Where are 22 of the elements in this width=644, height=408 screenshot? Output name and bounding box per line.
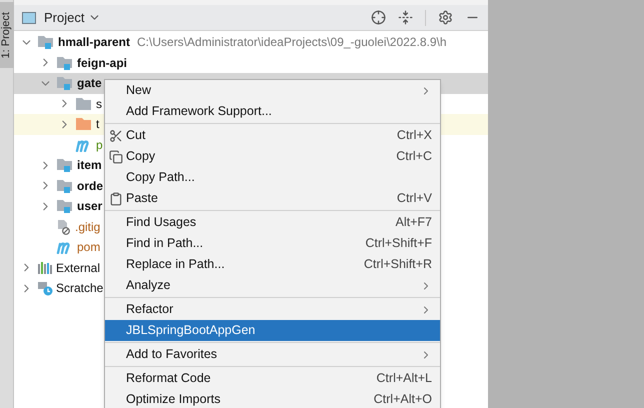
tree-label: item xyxy=(77,157,102,174)
tree-label: t xyxy=(96,116,100,134)
tree-label: External xyxy=(56,260,100,277)
tree-label: user xyxy=(77,198,102,216)
tree-label: p xyxy=(96,136,103,154)
tree-label: s xyxy=(96,96,102,113)
tree-label: hmall-parent xyxy=(58,34,130,52)
shortcut-label: Ctrl+Alt+O xyxy=(374,391,432,408)
shortcut-label: Ctrl+X xyxy=(396,127,432,144)
shortcut-label: Ctrl+Alt+L xyxy=(376,370,432,388)
shortcut-label: Alt+F7 xyxy=(396,214,432,232)
tree-label: feign-api xyxy=(77,54,127,72)
tree-label: Scratche xyxy=(56,280,104,298)
shortcut-label: Ctrl+Shift+F xyxy=(365,235,432,252)
tree-label: gate xyxy=(77,75,102,92)
tree-label: .gitig xyxy=(75,218,100,236)
tree-label: orde xyxy=(77,178,104,195)
shortcut-label: Ctrl+C xyxy=(396,148,432,166)
path-hint: C:\Users\Administrator\ideaProjects\09_-guolei\2022.8.9\h xyxy=(137,34,447,52)
tree-label: pom xyxy=(77,239,100,256)
shortcut-label: Ctrl+V xyxy=(396,190,432,208)
shortcut-label: Ctrl+Shift+R xyxy=(364,256,432,274)
